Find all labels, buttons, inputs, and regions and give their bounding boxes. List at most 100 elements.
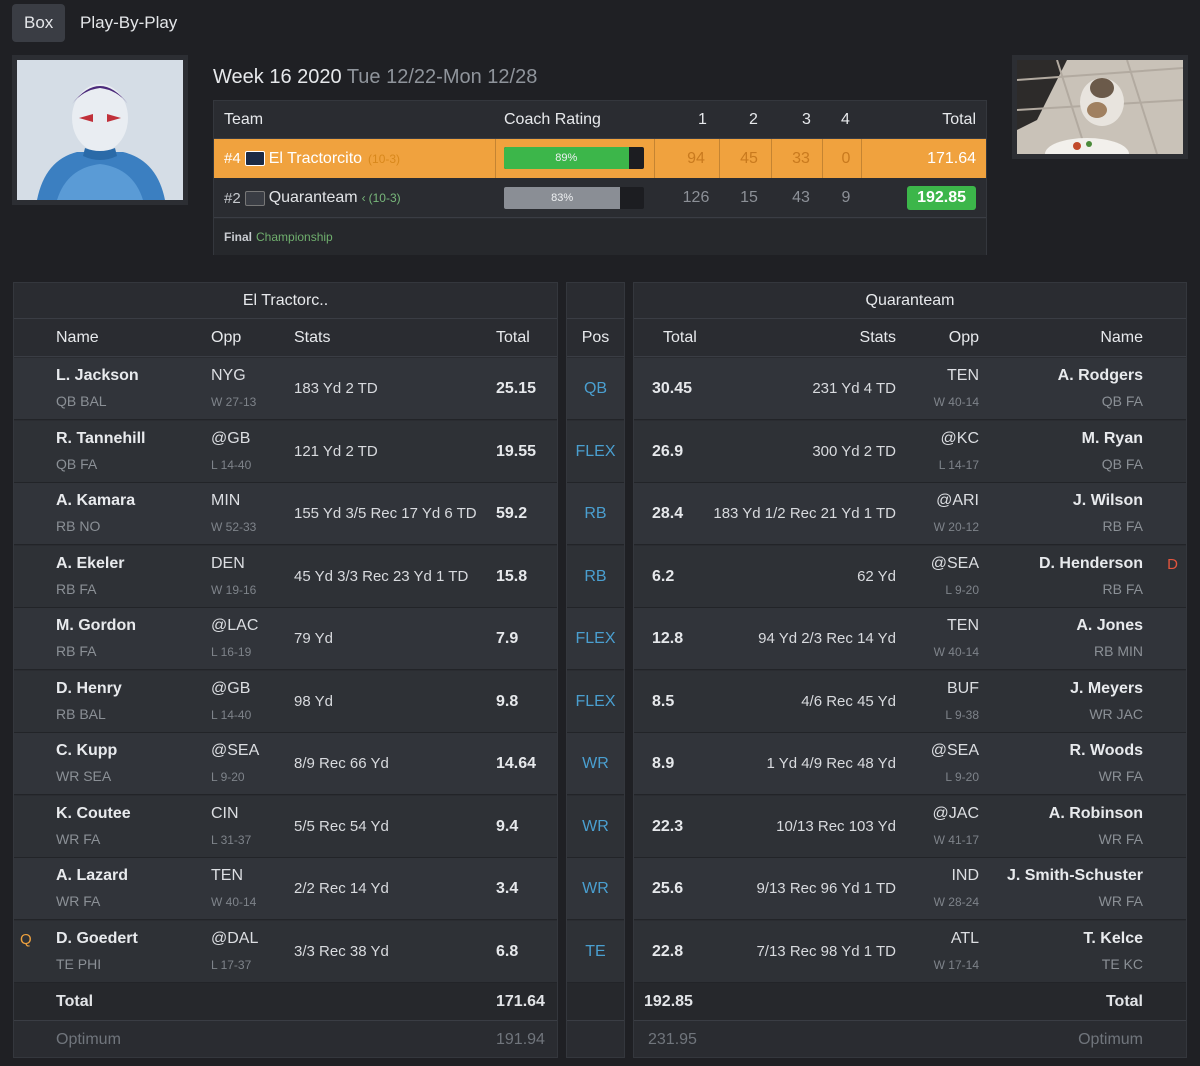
q4-score: 9 [841, 189, 851, 206]
player-position-team: QB FA [1101, 455, 1143, 472]
col-stats: Stats [294, 329, 331, 346]
col-name: Name [56, 329, 99, 346]
seed: #2 [224, 189, 241, 207]
player-name[interactable]: D. Henderson [1039, 555, 1143, 573]
tab-play-by-play[interactable]: Play-By-Play [68, 4, 189, 42]
player-position-team: RB NO [56, 518, 101, 534]
scoreboard-row-away[interactable]: #2 Quaranteam ‹ (10-3) 83% 126 15 43 9 1… [214, 179, 986, 218]
player-name[interactable]: J. Wilson [1073, 492, 1143, 510]
game-result: L 14-17 [938, 457, 979, 472]
table-row[interactable]: A. Kamara RB NO MIN W 52-33 155 Yd 3/5 Rec 1… [14, 483, 557, 545]
col-total: Total [942, 110, 976, 128]
week-heading: Week 16 2020 Tue 12/22-Mon 12/28 [213, 66, 537, 89]
optimum-value: 191.94 [496, 1031, 545, 1048]
player-position-team: WR FA [56, 830, 101, 847]
player-total: 9.8 [496, 692, 519, 710]
col-q2: 2 [749, 110, 758, 128]
scoreboard-row-home[interactable]: #4 El Tractorcito (10-3) 89% 94 45 33 0 … [214, 139, 986, 178]
opponent: @JAC [932, 804, 979, 822]
roster-table-right: Quaranteam Total Stats Opp Name 30.45 231… [633, 282, 1187, 1058]
team-name[interactable]: Quaranteam [269, 189, 358, 207]
player-total: 25.15 [496, 380, 537, 397]
table-row[interactable]: 28.4 183 Yd 1/2 Rec 21 Yd 1 TD @ARI W 20-12… [634, 483, 1186, 545]
player-name[interactable]: C. Kupp [56, 742, 117, 760]
table-row[interactable]: R. Tannehill QB FA @GB L 14-40 121 Yd 2 TD 19… [14, 420, 557, 483]
team-name[interactable]: El Tractorcito [269, 150, 362, 168]
game-result: L 9-20 [945, 770, 979, 784]
player-total: 6.8 [496, 942, 519, 960]
player-name[interactable]: R. Woods [1070, 742, 1143, 760]
total-row: Total 171.64 [14, 983, 557, 1021]
opponent: ATL [950, 929, 979, 947]
player-name[interactable]: A. Robinson [1049, 805, 1143, 823]
player-name[interactable]: M. Ryan [1082, 430, 1143, 448]
total-score: 171.64 [927, 149, 976, 167]
player-position-team: WR FA [1098, 893, 1143, 909]
table-row[interactable]: 12.8 94 Yd 2/3 Rec 14 Yd TEN W 40-14 A. Jone… [634, 608, 1186, 670]
opponent: TEN [947, 617, 979, 634]
position-slot: QB [567, 358, 624, 420]
player-total: 22.3 [652, 817, 684, 835]
table-row[interactable]: D. Henry RB BAL @GB L 14-40 98 Yd 9.8 [14, 670, 557, 733]
table-row[interactable]: 25.6 9/13 Rec 96 Yd 1 TD IND W 28-24 J. Smit… [634, 858, 1186, 920]
player-name[interactable]: A. Jones [1076, 617, 1143, 635]
q2-score: 45 [740, 149, 758, 167]
table-row[interactable]: Q D. Goedert TE PHI @DAL L 17-37 3/3 Rec 38 Y… [14, 920, 557, 983]
total-row: 192.85 Total [634, 983, 1186, 1021]
position-slot: FLEX [567, 420, 624, 483]
player-stats: 155 Yd 3/5 Rec 17 Yd 6 TD [294, 505, 477, 522]
table-row[interactable]: 6.2 62 Yd @SEA L 9-20 D. Henderson RB FA D [634, 545, 1186, 608]
week-label: Week 16 2020 [213, 66, 342, 88]
player-name[interactable]: M. Gordon [56, 617, 136, 635]
player-name[interactable]: A. Rodgers [1058, 367, 1143, 385]
championship-label: Championship [256, 230, 333, 244]
position-column: Pos QB FLEX RB RB FLEX FLEX WR WR WR TE [566, 282, 625, 1058]
player-name[interactable]: T. Kelce [1083, 930, 1143, 948]
player-name[interactable]: K. Coutee [56, 805, 131, 823]
player-name[interactable]: L. Jackson [56, 367, 139, 385]
tab-box[interactable]: Box [12, 4, 66, 42]
q1-score: 126 [682, 189, 710, 206]
game-result: W 19-16 [211, 582, 257, 597]
player-name[interactable]: D. Goedert [56, 930, 138, 948]
table-row[interactable]: 8.9 1 Yd 4/9 Rec 48 Yd @SEA L 9-20 R. Woods W… [634, 733, 1186, 795]
player-total: 30.45 [652, 380, 693, 397]
opponent: BUF [947, 679, 979, 697]
table-row[interactable]: 30.45 231 Yd 4 TD TEN W 40-14 A. Rodgers QB F… [634, 358, 1186, 420]
table-row[interactable]: 26.9 300 Yd 2 TD @KC L 14-17 M. Ryan QB FA [634, 420, 1186, 483]
game-result: W 20-12 [933, 520, 979, 534]
opponent: TEN [947, 367, 979, 384]
table-row[interactable]: C. Kupp WR SEA @SEA L 9-20 8/9 Rec 66 Yd 14.6… [14, 733, 557, 795]
game-result: L 9-20 [945, 582, 979, 597]
table-row[interactable]: K. Coutee WR FA CIN L 31-37 5/5 Rec 54 Yd 9.4 [14, 795, 557, 858]
player-name[interactable]: J. Meyers [1070, 680, 1143, 698]
table-row[interactable]: A. Lazard WR FA TEN W 40-14 2/2 Rec 14 Yd 3.4 [14, 858, 557, 920]
position-label: RB [584, 505, 607, 522]
player-position-team: RB BAL [56, 705, 106, 722]
table-row[interactable]: 22.3 10/13 Rec 103 Yd @JAC W 41-17 A. Robins… [634, 795, 1186, 858]
player-stats: 7/13 Rec 98 Yd 1 TD [756, 942, 896, 960]
q1-score: 94 [687, 149, 705, 167]
table-row[interactable]: 8.5 4/6 Rec 45 Yd BUF L 9-38 J. Meyers WR JAC [634, 670, 1186, 733]
player-name[interactable]: J. Smith-Schuster [1007, 867, 1143, 885]
opponent: @KC [940, 429, 979, 447]
team-avatar-left[interactable] [12, 55, 188, 205]
position-slot: RB [567, 545, 624, 608]
player-stats: 5/5 Rec 54 Yd [294, 817, 389, 835]
table-row[interactable]: L. Jackson QB BAL NYG W 27-13 183 Yd 2 TD 25.… [14, 358, 557, 420]
player-name[interactable]: D. Henry [56, 680, 122, 698]
player-total: 3.4 [496, 880, 519, 897]
player-name[interactable]: A. Kamara [56, 492, 135, 510]
player-total: 26.9 [652, 442, 684, 460]
player-total: 9.4 [496, 817, 519, 835]
winner-total-badge: 192.85 [907, 186, 976, 210]
player-name[interactable]: A. Lazard [56, 867, 128, 885]
table-row[interactable]: 22.8 7/13 Rec 98 Yd 1 TD ATL W 17-14 T. Kelc… [634, 920, 1186, 983]
table-row[interactable]: M. Gordon RB FA @LAC L 16-19 79 Yd 7.9 [14, 608, 557, 670]
player-name[interactable]: A. Ekeler [56, 555, 124, 573]
table-row[interactable]: A. Ekeler RB FA DEN W 19-16 45 Yd 3/3 Rec 23… [14, 545, 557, 608]
team-avatar-right[interactable] [1012, 55, 1188, 159]
position-slot: WR [567, 858, 624, 920]
player-stats: 121 Yd 2 TD [294, 442, 378, 460]
player-name[interactable]: R. Tannehill [56, 430, 145, 448]
